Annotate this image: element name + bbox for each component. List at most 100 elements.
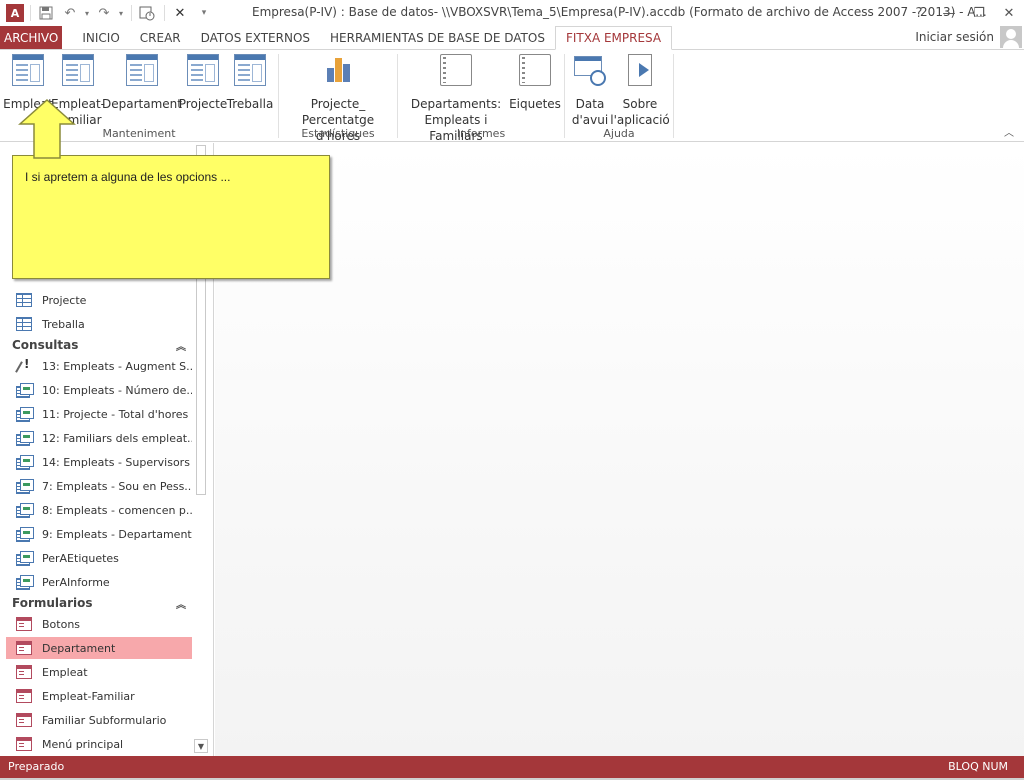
- access-logo-icon[interactable]: A: [6, 4, 24, 22]
- nav-item-query[interactable]: 10: Empleats - Número de...: [6, 379, 192, 401]
- quick-access-toolbar: A ↶ ▾ ↷ ▾ ✕ ▾: [0, 0, 217, 26]
- nav-item-label: Projecte: [42, 293, 87, 307]
- collapse-section-icon[interactable]: ︽: [176, 338, 186, 353]
- document-play-icon: [628, 54, 652, 86]
- form-icon: [16, 641, 32, 655]
- form-icon: [12, 54, 44, 86]
- customize-qat-icon[interactable]: ▾: [193, 2, 215, 24]
- group-label: Informes: [456, 127, 506, 140]
- departament-button[interactable]: Departament: [102, 54, 182, 112]
- query-icon: [16, 455, 34, 470]
- status-bar: Preparado BLOQ NUM: [0, 756, 1024, 778]
- section-label: Consultas: [12, 338, 79, 352]
- nav-item-label: Botons: [42, 617, 81, 631]
- group-informes: Departaments: Empleats i Familiars Eique…: [398, 50, 564, 143]
- form-icon: [62, 54, 94, 86]
- nav-item-form-selected[interactable]: Departament: [6, 637, 192, 659]
- redo-icon[interactable]: ↷: [93, 2, 115, 24]
- group-estadistiques: Projecte_ Percentatge d'hores Estadístiq…: [279, 50, 397, 143]
- nav-item-form[interactable]: Menú principal: [6, 733, 192, 755]
- collapse-section-icon[interactable]: ︽: [176, 596, 186, 611]
- group-ajuda: Data d'avui Sobre l'aplicació Ajuda: [565, 50, 673, 142]
- nav-item-table[interactable]: Treballa: [6, 313, 192, 335]
- query-icon: [16, 383, 34, 398]
- undo-dropdown-icon[interactable]: ▾: [83, 2, 91, 24]
- nav-item-label: Empleat: [42, 665, 88, 679]
- qat-separator: [164, 5, 165, 21]
- form-icon: [126, 54, 158, 86]
- eiquetes-button[interactable]: Eiquetes: [509, 54, 561, 112]
- nav-item-label: 8: Empleats - comencen p...: [42, 503, 192, 517]
- close-db-icon[interactable]: ✕: [169, 2, 191, 24]
- nav-item-query[interactable]: 14: Empleats - Supervisors: [6, 451, 192, 473]
- button-label: Projecte_: [310, 97, 366, 111]
- nav-item-form[interactable]: Empleat: [6, 661, 192, 683]
- treballa-button[interactable]: Treballa: [227, 54, 273, 112]
- touch-mode-icon[interactable]: [136, 2, 158, 24]
- clock-icon: [574, 54, 606, 86]
- nav-item-label: PerAInforme: [42, 575, 110, 589]
- report-icon: [519, 54, 551, 86]
- save-icon[interactable]: [35, 2, 57, 24]
- user-avatar-icon[interactable]: [1000, 26, 1022, 48]
- scroll-down-icon[interactable]: ▼: [194, 739, 208, 753]
- nav-item-label: 14: Empleats - Supervisors: [42, 455, 190, 469]
- group-label: Ajuda: [603, 127, 635, 140]
- nav-item-form[interactable]: Empleat-Familiar: [6, 685, 192, 707]
- ribbon-tabs: ARCHIVO INICIO CREAR DATOS EXTERNOS HERR…: [0, 26, 1024, 50]
- redo-dropdown-icon[interactable]: ▾: [117, 2, 125, 24]
- nav-item-label: 12: Familiars dels empleat...: [42, 431, 192, 445]
- nav-item-query[interactable]: 12: Familiars dels empleat...: [6, 427, 192, 449]
- projecte-button[interactable]: Projecte: [178, 54, 228, 112]
- tab-datos-externos[interactable]: DATOS EXTERNOS: [191, 26, 320, 49]
- update-query-icon: [16, 357, 32, 373]
- nav-item-table[interactable]: Projecte: [6, 289, 192, 311]
- nav-item-label: 7: Empleats - Sou en Pess...: [42, 479, 192, 493]
- nav-item-label: 13: Empleats - Augment S...: [42, 359, 192, 373]
- nav-item-form[interactable]: Botons: [6, 613, 192, 635]
- nav-item-query[interactable]: 7: Empleats - Sou en Pess...: [6, 475, 192, 497]
- button-label: Departament: [102, 97, 182, 111]
- button-label: Eiquetes: [509, 97, 561, 111]
- nav-section-consultas[interactable]: Consultas ︽: [12, 335, 192, 355]
- chart-icon: [322, 54, 354, 86]
- nav-item-query[interactable]: PerAEtiquetes: [6, 547, 192, 569]
- collapse-ribbon-icon[interactable]: ︿: [1004, 124, 1014, 139]
- tab-fitxa-empresa[interactable]: FITXA EMPRESA: [554, 26, 673, 50]
- nav-item-query[interactable]: 8: Empleats - comencen p...: [6, 499, 192, 521]
- sign-in-link[interactable]: Iniciar sesión: [915, 30, 994, 44]
- workspace: [215, 143, 1024, 756]
- nav-section-formularios[interactable]: Formularios ︽: [12, 593, 192, 613]
- close-button[interactable]: ✕: [994, 0, 1024, 26]
- tab-herramientas[interactable]: HERRAMIENTAS DE BASE DE DATOS: [320, 26, 555, 49]
- table-icon: [16, 293, 32, 307]
- tab-file[interactable]: ARCHIVO: [0, 26, 63, 49]
- button-label: Data: [575, 97, 605, 111]
- tab-crear[interactable]: CREAR: [130, 26, 191, 49]
- group-separator: [673, 54, 674, 138]
- query-icon: [16, 503, 34, 518]
- nav-item-form[interactable]: Familiar Subformulario: [6, 709, 192, 731]
- nav-item-label: Empleat-Familiar: [42, 689, 135, 703]
- data-davui-button[interactable]: Data d'avui: [571, 54, 609, 128]
- num-lock-indicator: BLOQ NUM: [948, 760, 1008, 773]
- nav-item-query[interactable]: 11: Projecte - Total d'hores: [6, 403, 192, 425]
- nav-item-query[interactable]: 13: Empleats - Augment S...: [6, 355, 192, 377]
- button-label: Projecte: [178, 97, 228, 111]
- help-button[interactable]: ?: [904, 0, 934, 26]
- undo-icon[interactable]: ↶: [59, 2, 81, 24]
- minimize-button[interactable]: —: [934, 0, 964, 26]
- form-icon: [16, 713, 32, 727]
- callout-text: I si apretem a alguna de les opcions ...: [25, 170, 231, 184]
- restore-button[interactable]: ❐: [964, 0, 994, 26]
- query-icon: [16, 407, 34, 422]
- nav-item-query[interactable]: PerAInforme: [6, 571, 192, 593]
- tab-inicio[interactable]: INICIO: [72, 26, 129, 49]
- qat-separator: [30, 5, 31, 21]
- query-icon: [16, 431, 34, 446]
- nav-item-query[interactable]: 9: Empleats - Departaments: [6, 523, 192, 545]
- annotation-callout: I si apretem a alguna de les opcions ...: [12, 155, 330, 279]
- sobre-aplicacio-button[interactable]: Sobre l'aplicació: [610, 54, 670, 128]
- window-title: Empresa(P-IV) : Base de datos- \\VBOXSVR…: [252, 5, 987, 19]
- nav-item-label: 10: Empleats - Número de...: [42, 383, 192, 397]
